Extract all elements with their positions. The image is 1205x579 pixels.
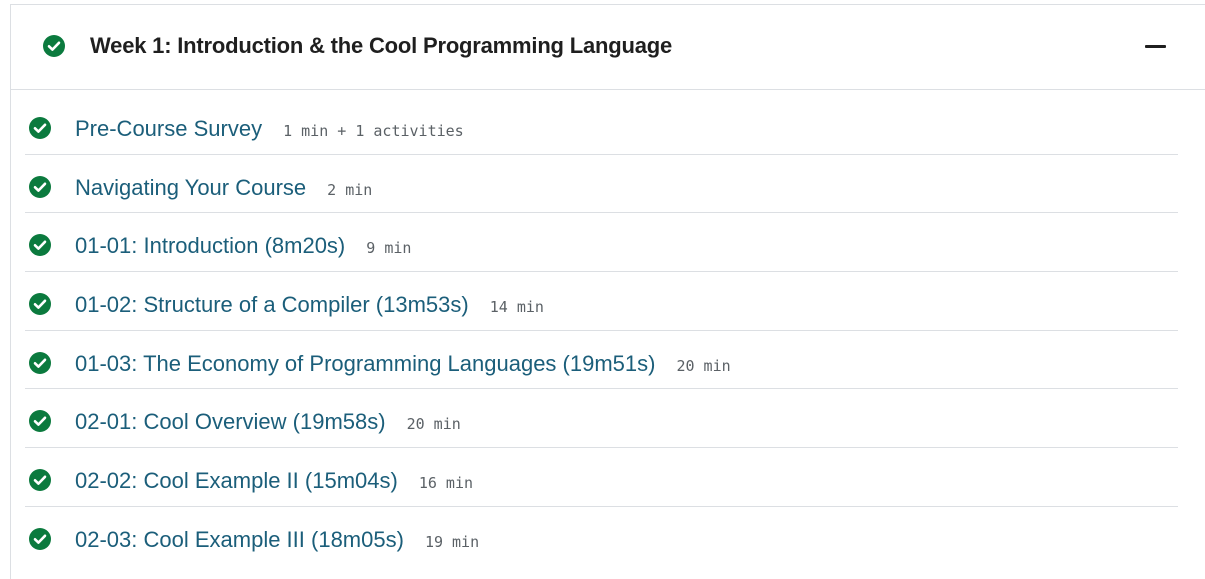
item-link[interactable]: 02-02: Cool Example II (15m04s) bbox=[75, 468, 398, 494]
check-circle-icon bbox=[29, 410, 51, 433]
check-circle-icon bbox=[43, 35, 65, 57]
item-duration: 14 min bbox=[489, 298, 544, 317]
item-duration: 1 min + 1 activities bbox=[283, 122, 464, 140]
item-link[interactable]: 02-03: Cool Example III (18m05s) bbox=[75, 527, 404, 553]
item-duration: 20 min bbox=[676, 356, 731, 375]
list-item[interactable]: 01-01: Introduction (8m20s) 9 min bbox=[25, 213, 1178, 273]
list-item[interactable]: 01-03: The Economy of Programming Langua… bbox=[25, 331, 1178, 390]
item-duration: 19 min bbox=[424, 532, 480, 551]
check-circle-icon bbox=[29, 293, 51, 316]
item-duration: 9 min bbox=[366, 239, 412, 258]
item-duration: 16 min bbox=[418, 474, 474, 493]
section-header[interactable]: Week 1: Introduction & the Cool Programm… bbox=[11, 5, 1205, 90]
list-item[interactable]: Pre-Course Survey 1 min + 1 activities bbox=[25, 96, 1178, 155]
check-circle-icon bbox=[29, 527, 51, 550]
item-link[interactable]: 01-03: The Economy of Programming Langua… bbox=[75, 351, 655, 377]
list-item[interactable]: 02-02: Cool Example II (15m04s) 16 min bbox=[25, 448, 1178, 507]
check-circle-icon bbox=[29, 117, 51, 139]
week-1-section: Week 1: Introduction & the Cool Programm… bbox=[10, 4, 1205, 579]
section-title: Week 1: Introduction & the Cool Programm… bbox=[90, 33, 673, 58]
check-circle-icon bbox=[29, 175, 51, 198]
item-link[interactable]: 01-02: Structure of a Compiler (13m53s) bbox=[75, 292, 469, 318]
lesson-list: Pre-Course Survey 1 min + 1 activities N… bbox=[25, 96, 1178, 566]
item-link[interactable]: Pre-Course Survey bbox=[75, 116, 262, 142]
check-circle-icon bbox=[29, 351, 51, 374]
item-link[interactable]: Navigating Your Course bbox=[75, 175, 306, 201]
list-item[interactable]: 01-02: Structure of a Compiler (13m53s) … bbox=[25, 272, 1178, 331]
item-duration: 20 min bbox=[406, 415, 461, 434]
list-item[interactable]: Navigating Your Course 2 min bbox=[25, 155, 1178, 214]
item-duration: 2 min bbox=[327, 180, 373, 199]
minus-icon[interactable] bbox=[1144, 44, 1166, 49]
list-item[interactable]: 02-03: Cool Example III (18m05s) 19 min bbox=[25, 507, 1178, 566]
list-item[interactable]: 02-01: Cool Overview (19m58s) 20 min bbox=[25, 389, 1178, 449]
check-circle-icon bbox=[29, 469, 51, 492]
check-circle-icon bbox=[29, 234, 51, 257]
item-link[interactable]: 02-01: Cool Overview (19m58s) bbox=[75, 409, 386, 435]
item-link[interactable]: 01-01: Introduction (8m20s) bbox=[75, 233, 345, 259]
